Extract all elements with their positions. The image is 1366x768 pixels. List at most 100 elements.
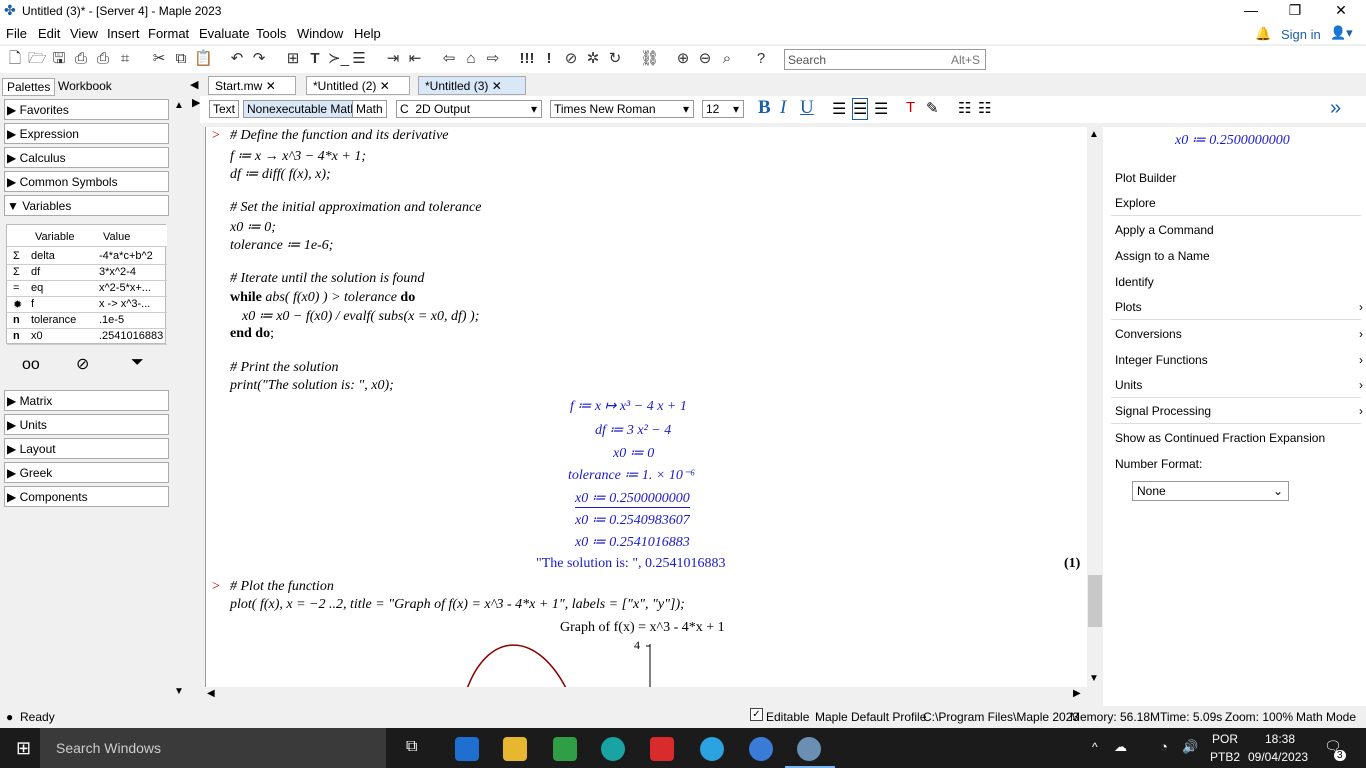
assign-name-item[interactable]: Assign to a Name xyxy=(1115,249,1210,263)
menu-evaluate[interactable]: Evaluate xyxy=(199,26,250,41)
restore-button[interactable]: ❐ xyxy=(1272,0,1318,22)
watch-icon[interactable]: oo xyxy=(22,356,40,374)
code-line[interactable]: f ≔ x → x^3 − 4*x + 1; xyxy=(230,148,366,165)
continued-fraction-item[interactable]: Show as Continued Fraction Expansion xyxy=(1115,431,1325,445)
align-right-icon[interactable]: ☰ xyxy=(874,99,888,119)
plot-canvas[interactable] xyxy=(456,632,656,687)
font-size-select[interactable]: 12 ▾ xyxy=(702,100,744,118)
filter-icon[interactable]: ⏷ xyxy=(131,354,144,372)
worksheet[interactable]: > # Define the function and its derivati… xyxy=(205,127,1087,687)
code-line[interactable]: plot( f(x), x = −2 ..2, title = "Graph o… xyxy=(230,597,685,613)
execution-group-icon[interactable]: ☰ xyxy=(350,50,368,68)
wps-icon[interactable] xyxy=(650,737,674,761)
equation-label[interactable]: (1) xyxy=(1064,556,1080,572)
keyboard-layout[interactable]: PTB2 xyxy=(1210,750,1240,764)
volume-icon[interactable]: 🔊 xyxy=(1182,739,1198,755)
tab-untitled-3[interactable]: *Untitled (3) ✕ xyxy=(418,76,526,95)
zoom-out-icon[interactable]: ⊖ xyxy=(696,50,714,68)
menu-file[interactable]: File xyxy=(6,26,27,41)
clock-date[interactable]: 09/04/2023 xyxy=(1248,750,1308,764)
print-icon[interactable]: ⎙ xyxy=(72,50,90,68)
code-line[interactable]: tolerance ≔ 1e-6; xyxy=(230,237,333,254)
identify-item[interactable]: Identify xyxy=(1115,275,1154,289)
scroll-down-icon[interactable]: ▼ xyxy=(174,686,184,697)
math-mode-button[interactable]: Math xyxy=(352,100,387,118)
interrupt-icon[interactable]: ⊘ xyxy=(562,50,580,68)
zoom-reset-icon[interactable]: ⌕ xyxy=(718,50,736,68)
task-view-icon[interactable]: ⧉ xyxy=(406,738,417,756)
palette-variables[interactable]: ▼ Variables xyxy=(4,195,169,216)
network-icon[interactable]: ◔ xyxy=(1160,739,1168,754)
copy-icon[interactable]: ⧉ xyxy=(172,50,190,68)
palette-greek[interactable]: ▶ Greek xyxy=(4,462,169,483)
cut-icon[interactable]: ✂ xyxy=(150,50,168,68)
output-x0-iter3[interactable]: x0 ≔ 0.2541016883 xyxy=(575,534,690,551)
output-tolerance[interactable]: tolerance ≔ 1. × 10⁻⁶ xyxy=(568,467,695,484)
comment-line[interactable]: # Iterate until the solution is found xyxy=(230,271,424,287)
menu-help[interactable]: Help xyxy=(354,26,381,41)
menu-format[interactable]: Format xyxy=(148,26,189,41)
numbered-list-icon[interactable]: ☷ xyxy=(978,99,991,117)
page-setup-icon[interactable]: ⌗ xyxy=(116,50,134,68)
comment-line[interactable]: # Set the initial approximation and tole… xyxy=(230,200,481,216)
plots-item[interactable]: Plots xyxy=(1115,300,1142,314)
qbittorrent-icon[interactable] xyxy=(749,737,773,761)
cloud-icon[interactable]: ☁ xyxy=(1114,739,1127,755)
underline-icon[interactable]: U xyxy=(800,97,814,119)
horizontal-scrollbar[interactable]: ◀ ▶ xyxy=(205,687,1087,703)
explore-item[interactable]: Explore xyxy=(1115,196,1156,210)
menu-edit[interactable]: Edit xyxy=(38,26,60,41)
text-mode-icon[interactable]: T xyxy=(306,50,324,68)
highlight-icon[interactable]: ✎ xyxy=(926,99,939,117)
tab-palettes[interactable]: Palettes xyxy=(2,78,56,96)
table-row[interactable]: Σdf 3*x^2-4 xyxy=(7,265,167,281)
language-code[interactable]: POR xyxy=(1212,732,1238,746)
apply-command-item[interactable]: Apply a Command xyxy=(1115,223,1214,237)
document-scrollbar[interactable]: ▲ ▼ xyxy=(1087,127,1103,687)
comment-line[interactable]: # Print the solution xyxy=(230,360,339,376)
code-line[interactable]: end do; xyxy=(230,326,274,342)
close-window-button[interactable]: ✕ xyxy=(1318,0,1364,22)
palette-favorites[interactable]: ▶ Favorites xyxy=(4,99,169,120)
palette-calculus[interactable]: ▶ Calculus xyxy=(4,147,169,168)
undo-icon[interactable]: ↶ xyxy=(228,50,246,68)
code-line[interactable]: df ≔ diff( f(x), x); xyxy=(230,166,331,183)
column-variable[interactable]: Variable xyxy=(35,231,75,243)
paste-icon[interactable]: 📋 xyxy=(194,50,213,68)
conversions-item[interactable]: Conversions xyxy=(1115,327,1182,341)
code-line[interactable]: x0 ≔ x0 − f(x0) / evalf( subs(x = x0, df… xyxy=(242,308,479,325)
palette-units[interactable]: ▶ Units xyxy=(4,414,169,435)
user-icon[interactable]: 👤▾ xyxy=(1330,25,1353,41)
table-row[interactable]: n tolerance .1e-5 xyxy=(7,313,167,329)
close-tab-icon[interactable]: ✕ xyxy=(266,79,276,93)
collapse-panel-icon[interactable]: ◀ xyxy=(190,78,198,91)
open-folder-icon[interactable]: 🗁 xyxy=(28,50,47,68)
integer-functions-item[interactable]: Integer Functions xyxy=(1115,353,1208,367)
sign-in-link[interactable]: Sign in xyxy=(1281,27,1321,42)
restart-icon[interactable]: ↻ xyxy=(606,50,624,68)
palette-matrix[interactable]: ▶ Matrix xyxy=(4,390,169,411)
context-panel-toggle-icon[interactable]: » xyxy=(1330,97,1341,120)
plot-builder-item[interactable]: Plot Builder xyxy=(1115,171,1176,185)
table-row[interactable]: ✹ f x -> x^3-... xyxy=(7,297,167,313)
palette-expression[interactable]: ▶ Expression xyxy=(4,123,169,144)
output-x0-iter1[interactable]: x0 ≔ 0.2500000000 xyxy=(575,490,690,508)
text-color-icon[interactable]: T xyxy=(906,99,915,116)
table-row[interactable]: n x0 .2541016883 xyxy=(7,329,167,345)
comment-line[interactable]: # Define the function and its derivative xyxy=(230,128,449,144)
tab-start[interactable]: Start.mw ✕ xyxy=(208,76,296,95)
font-select[interactable]: Times New Roman ▾ xyxy=(550,100,694,118)
print-preview-icon[interactable]: ⎙ xyxy=(94,50,112,68)
hide-icon[interactable]: ⊘ xyxy=(76,354,89,374)
close-tab-icon[interactable]: ✕ xyxy=(492,79,502,93)
text-mode-button[interactable]: Text xyxy=(209,100,240,118)
number-format-select[interactable]: None ⌄ xyxy=(1132,481,1289,501)
table-row[interactable]: Σdelta -4*a*c+b^2 xyxy=(7,249,167,265)
signal-processing-item[interactable]: Signal Processing xyxy=(1115,404,1211,418)
tab-untitled-2[interactable]: *Untitled (2) ✕ xyxy=(306,76,410,95)
comment-line[interactable]: # Plot the function xyxy=(230,579,334,595)
code-line[interactable]: x0 ≔ 0; xyxy=(230,219,276,236)
home-icon[interactable]: ⌂ xyxy=(462,50,480,68)
help-icon[interactable]: ? xyxy=(752,50,770,68)
scroll-up-icon[interactable]: ▲ xyxy=(174,100,184,111)
